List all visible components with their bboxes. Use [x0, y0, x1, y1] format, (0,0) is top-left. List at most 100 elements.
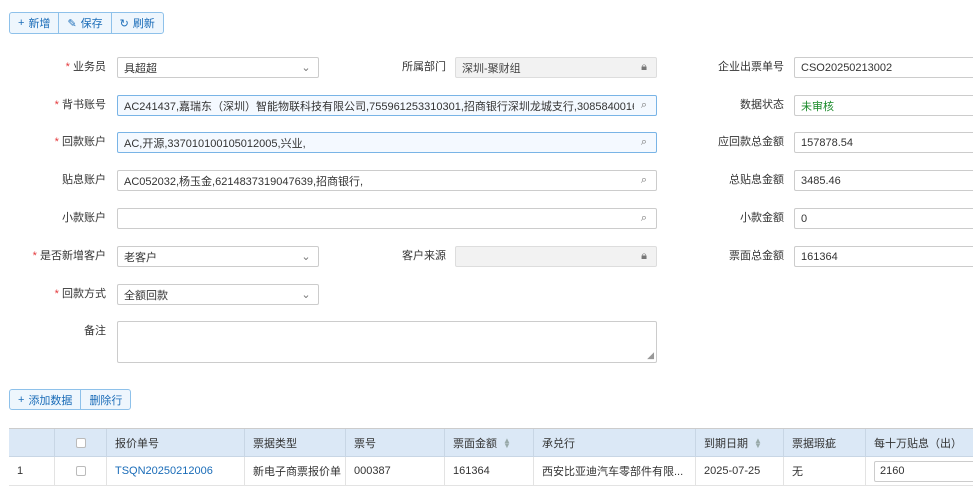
- header-due-date-label: 到期日期: [704, 437, 748, 450]
- customer-source-label: 客户来源: [402, 250, 446, 262]
- chevron-down-icon: ⌄: [301, 62, 311, 74]
- grid-header: 报价单号 票据类型 票号 票面金额 ▲ ▼ 承兑行 到期日期 ▲ ▼ 票据瑕疵 每十万贴…: [9, 429, 973, 457]
- refresh-button[interactable]: ↻ 刷新: [112, 13, 163, 33]
- save-button-label: 保存: [80, 18, 103, 30]
- customer-source-field: 🔒︎: [455, 246, 657, 267]
- new-customer-value: 老客户: [124, 251, 157, 264]
- header-discount-per-100k[interactable]: 每十万贴息（出）: [866, 429, 973, 456]
- lock-icon: 🔒︎: [641, 250, 647, 262]
- department-value: 深圳-聚财组: [462, 62, 521, 75]
- discount-account-label: 贴息账户: [62, 174, 106, 186]
- new-customer-select[interactable]: 老客户 ⌄: [117, 246, 319, 267]
- data-status-label: 数据状态: [740, 99, 784, 111]
- endorse-account-field[interactable]: AC241437,嘉瑞东（深圳）智能物联科技有限公司,7559612533103…: [117, 95, 657, 116]
- header-defect[interactable]: 票据瑕疵: [784, 429, 866, 456]
- new-customer-label: 是否新增客户: [10, 246, 106, 266]
- header-bill-type[interactable]: 票据类型: [245, 429, 346, 456]
- small-amount-field[interactable]: 0: [794, 208, 973, 229]
- search-icon[interactable]: ⌕: [638, 174, 650, 187]
- data-status-value: 未审核: [801, 100, 834, 113]
- salesman-value: 具超超: [124, 62, 157, 75]
- row-discount-cell: 2160: [866, 457, 973, 485]
- delete-row-button[interactable]: 删除行: [81, 390, 130, 409]
- row-select[interactable]: [55, 457, 107, 485]
- row-defect: 无: [784, 457, 866, 485]
- grid-toolbar: + 添加数据 删除行: [9, 389, 132, 410]
- return-method-select[interactable]: 全额回款 ⌄: [117, 284, 319, 305]
- discount-account-field[interactable]: AC052032,杨玉金,6214837319047639,招商银行, ⌕: [117, 170, 657, 191]
- salesman-select[interactable]: 具超超 ⌄: [117, 57, 319, 78]
- invoice-no-label: 企业出票单号: [718, 61, 784, 73]
- return-method-value: 全额回款: [124, 289, 168, 302]
- header-due-date[interactable]: 到期日期 ▲ ▼: [696, 429, 784, 456]
- add-row-label: 添加数据: [28, 394, 73, 407]
- remark-textarea[interactable]: ◢: [117, 321, 657, 363]
- receivable-total-field[interactable]: 157878.54: [794, 132, 973, 153]
- face-total-value: 161364: [801, 250, 838, 263]
- face-total-field[interactable]: 161364: [794, 246, 973, 267]
- sort-icon[interactable]: ▲ ▼: [503, 436, 511, 449]
- return-account-value: AC,开源,337010100105012005,兴业,: [124, 137, 306, 150]
- header-acceptor[interactable]: 承兑行: [534, 429, 696, 456]
- chevron-down-icon: ⌄: [301, 289, 311, 301]
- discount-total-value: 3485.46: [801, 174, 841, 187]
- main-toolbar: + 新增 ✎ 保存 ↻ 刷新: [9, 12, 164, 34]
- bill-grid: 报价单号 票据类型 票号 票面金额 ▲ ▼ 承兑行 到期日期 ▲ ▼ 票据瑕疵 每十万贴…: [9, 428, 973, 486]
- add-button[interactable]: + 新增: [10, 13, 60, 33]
- receivable-total-label: 应回款总金额: [718, 136, 784, 148]
- save-button[interactable]: ✎ 保存: [59, 13, 112, 33]
- add-row-button[interactable]: + 添加数据: [10, 390, 82, 409]
- row-due-date: 2025-07-25: [696, 457, 784, 485]
- discount-per-100k-input[interactable]: 2160: [874, 460, 973, 482]
- add-button-label: 新增: [28, 18, 51, 30]
- department-label: 所属部门: [402, 61, 446, 73]
- chevron-down-icon: ⌄: [301, 251, 311, 263]
- lock-icon: 🔒︎: [641, 61, 647, 73]
- checkbox-icon[interactable]: [75, 437, 86, 448]
- header-face-amount-label: 票面金额: [453, 437, 497, 450]
- data-status-field: 未审核: [794, 95, 973, 116]
- discount-total-field[interactable]: 3485.46: [794, 170, 973, 191]
- small-account-label: 小款账户: [62, 212, 106, 224]
- invoice-no-value: CSO20250213002: [801, 61, 893, 74]
- remark-label: 备注: [84, 325, 106, 337]
- plus-icon: +: [18, 393, 25, 406]
- small-amount-label: 小款金额: [740, 212, 784, 224]
- sort-icon[interactable]: ▲ ▼: [754, 436, 762, 449]
- checkbox-icon[interactable]: [75, 466, 86, 476]
- header-bill-no[interactable]: 票号: [346, 429, 445, 456]
- header-quote-no[interactable]: 报价单号: [107, 429, 245, 456]
- face-total-label: 票面总金额: [729, 250, 784, 262]
- invoice-no-field[interactable]: CSO20250213002: [794, 57, 973, 78]
- search-icon[interactable]: ⌕: [638, 99, 650, 112]
- discount-total-label: 总贴息金额: [729, 174, 784, 186]
- table-row[interactable]: 1 TSQN20250212006 新电子商票报价单 000387 161364…: [9, 457, 973, 486]
- refresh-icon: ↻: [119, 17, 129, 30]
- salesman-label: 业务员: [20, 57, 106, 77]
- endorse-account-value: AC241437,嘉瑞东（深圳）智能物联科技有限公司,7559612533103…: [124, 100, 634, 113]
- discount-account-value: AC052032,杨玉金,6214837319047639,招商银行,: [124, 175, 364, 188]
- return-method-label: 回款方式: [20, 284, 106, 304]
- row-acceptor: 西安比亚迪汽车零部件有限...: [534, 457, 696, 485]
- header-select-all[interactable]: [55, 429, 107, 456]
- plus-icon: +: [18, 17, 25, 29]
- endorse-account-label: 背书账号: [20, 95, 106, 115]
- row-quote-no-link[interactable]: TSQN20250212006: [107, 457, 245, 485]
- row-bill-type: 新电子商票报价单: [245, 457, 346, 485]
- department-field: 深圳-聚财组 🔒︎: [455, 57, 657, 78]
- delete-row-label: 删除行: [89, 394, 123, 407]
- header-index: [9, 429, 55, 456]
- resize-grip-icon[interactable]: ◢: [647, 350, 654, 361]
- discount-per-100k-value: 2160: [880, 465, 905, 477]
- return-account-label: 回款账户: [20, 132, 106, 152]
- refresh-button-label: 刷新: [132, 18, 155, 30]
- small-amount-value: 0: [801, 212, 808, 225]
- search-icon[interactable]: ⌕: [638, 212, 650, 225]
- row-index: 1: [9, 457, 55, 485]
- receivable-total-value: 157878.54: [801, 136, 853, 149]
- search-icon[interactable]: ⌕: [638, 136, 650, 149]
- return-account-field[interactable]: AC,开源,337010100105012005,兴业, ⌕: [117, 132, 657, 153]
- header-face-amount[interactable]: 票面金额 ▲ ▼: [445, 429, 534, 456]
- row-bill-no: 000387: [346, 457, 445, 485]
- small-account-field[interactable]: ⌕: [117, 208, 657, 229]
